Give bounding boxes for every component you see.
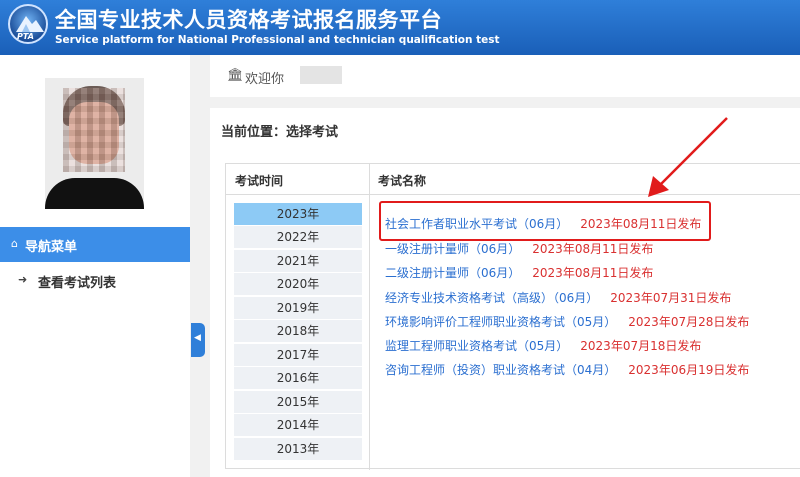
year-item[interactable]: 2021年	[234, 250, 362, 272]
username-redacted	[300, 66, 342, 84]
exam-row: 经济专业技术资格考试（高级）（06月） 2023年07月31日发布	[385, 289, 731, 306]
exam-date: 2023年08月11日发布	[532, 266, 654, 280]
year-item[interactable]: 2014年	[234, 414, 362, 436]
site-subtitle: Service platform for National Profession…	[55, 34, 500, 46]
year-item[interactable]: 2015年	[234, 391, 362, 413]
exam-date: 2023年06月19日发布	[628, 363, 750, 377]
home-icon: ⌂	[11, 237, 18, 250]
year-item[interactable]: 2013年	[234, 438, 362, 460]
year-item[interactable]: 2016年	[234, 367, 362, 389]
exam-row: 二级注册计量师（06月） 2023年08月11日发布	[385, 264, 653, 281]
exam-row: 环境影响评价工程师职业资格考试（05月） 2023年07月28日发布	[385, 313, 749, 330]
header-bar: PTA 全国专业技术人员资格考试报名服务平台 Service platform …	[0, 0, 800, 55]
sidebar-item-label: 查看考试列表	[38, 276, 117, 291]
exam-row: 一级注册计量师（06月） 2023年08月11日发布	[385, 240, 653, 257]
exam-link[interactable]: 经济专业技术资格考试（高级）（06月）	[385, 291, 598, 305]
exam-link[interactable]: 环境影响评价工程师职业资格考试（05月）	[385, 315, 616, 329]
col-header-time: 考试时间	[235, 174, 284, 188]
exam-row: 监理工程师职业资格考试（05月） 2023年07月18日发布	[385, 337, 701, 354]
nav-menu-header[interactable]: ⌂ 导航菜单	[0, 227, 190, 262]
column-divider	[369, 164, 370, 470]
year-item[interactable]: 2022年	[234, 226, 362, 248]
avatar-mosaic	[63, 88, 125, 172]
table-header: 考试时间 考试名称	[226, 164, 800, 195]
year-item[interactable]: 2023年	[234, 203, 362, 225]
exam-link[interactable]: 二级注册计量师（06月）	[385, 266, 520, 280]
breadcrumb-label: 当前位置：选择考试	[221, 125, 339, 140]
exam-row: 咨询工程师（投资）职业资格考试（04月） 2023年06月19日发布	[385, 361, 749, 378]
nav-menu-label: 导航菜单	[25, 240, 78, 255]
bank-icon: 🏛	[227, 68, 244, 83]
site-title: 全国专业技术人员资格考试报名服务平台	[55, 8, 442, 32]
annotation-highlight-box	[379, 201, 711, 241]
welcome-label: 欢迎你	[245, 72, 285, 87]
exam-link[interactable]: 监理工程师职业资格考试（05月）	[385, 339, 568, 353]
sidebar-item-exam-list[interactable]: ➜ 查看考试列表	[0, 269, 190, 295]
avatar-shirt	[45, 178, 144, 209]
pta-logo: PTA	[8, 4, 48, 44]
exam-link[interactable]: 咨询工程师（投资）职业资格考试（04月）	[385, 363, 616, 377]
exam-date: 2023年07月18日发布	[580, 339, 702, 353]
year-item[interactable]: 2020年	[234, 273, 362, 295]
year-item[interactable]: 2019年	[234, 297, 362, 319]
exam-date: 2023年07月31日发布	[610, 291, 732, 305]
welcome-bar: 🏛 欢迎你	[210, 55, 800, 97]
avatar	[45, 78, 144, 209]
year-item[interactable]: 2018年	[234, 320, 362, 342]
chevron-left-icon: ◀	[194, 333, 201, 343]
exam-link[interactable]: 一级注册计量师（06月）	[385, 242, 520, 256]
breadcrumb: 当前位置：选择考试	[210, 108, 800, 149]
logo-text: PTA	[17, 32, 34, 41]
year-item[interactable]: 2017年	[234, 344, 362, 366]
exam-date: 2023年08月11日发布	[532, 242, 654, 256]
sidebar: ⌂ 导航菜单 ➜ 查看考试列表	[0, 55, 190, 477]
sign-in-icon: ➜	[18, 273, 28, 286]
col-header-name: 考试名称	[378, 174, 427, 188]
exam-date: 2023年07月28日发布	[628, 315, 750, 329]
sidebar-collapse-button[interactable]: ◀	[191, 323, 205, 357]
